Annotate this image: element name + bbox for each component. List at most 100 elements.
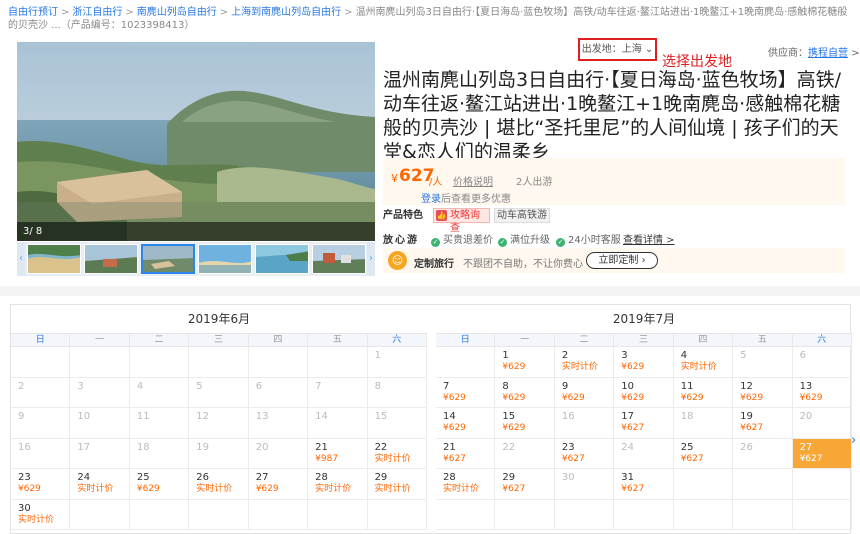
day-price: ¥627 bbox=[680, 453, 704, 464]
calendar-day[interactable]: 21 ¥627 bbox=[436, 438, 496, 469]
calendar-day: 16 bbox=[554, 408, 615, 439]
calendar-day[interactable]: 17 ¥627 bbox=[614, 408, 674, 439]
calendar-next-icon[interactable]: › bbox=[851, 433, 860, 449]
day-number: 14 bbox=[443, 411, 456, 422]
calendar-day[interactable]: 9 ¥629 bbox=[554, 377, 615, 408]
calendar-day[interactable]: 10 ¥629 bbox=[614, 377, 674, 408]
calendar-day[interactable]: 2 实时计价 bbox=[554, 347, 615, 378]
calendar-day[interactable]: 4 实时计价 bbox=[673, 347, 734, 378]
calendar-day[interactable]: 29 ¥627 bbox=[495, 469, 555, 500]
calendar-day: 16 bbox=[11, 438, 71, 469]
calendar-day[interactable]: 1 ¥629 bbox=[495, 347, 555, 378]
day-price: ¥629 bbox=[740, 392, 764, 403]
calendar-day[interactable]: 29 实时计价 bbox=[367, 469, 427, 500]
chevron-down-icon: ⌄ bbox=[644, 44, 654, 55]
day-number: 11 bbox=[680, 380, 694, 392]
calendar-day[interactable]: 25 ¥629 bbox=[129, 469, 190, 500]
calendar-day[interactable]: 30 实时计价 bbox=[11, 499, 71, 530]
calendar-day[interactable]: 27 ¥627 bbox=[792, 438, 852, 469]
thumbs-up-icon: 👍 bbox=[436, 210, 447, 221]
departure-select[interactable]: 出发地：上海 ⌄ bbox=[578, 38, 657, 61]
calendar-day[interactable]: 15 ¥629 bbox=[495, 408, 555, 439]
day-number: 30 bbox=[561, 472, 575, 483]
day-number: 2 bbox=[18, 380, 25, 392]
day-number: 25 bbox=[680, 441, 694, 453]
price-unit: /人 bbox=[429, 177, 443, 188]
day-number: 10 bbox=[77, 411, 91, 422]
calendar-june: 2019年6月 日一二三四五六 1 2 3 4 5 6 7 8 9 10 11 12 13 14 15 16 1… bbox=[11, 305, 427, 533]
day-number: 7 bbox=[315, 380, 322, 392]
breadcrumb-link[interactable]: 自由行预订 bbox=[8, 7, 58, 18]
day-number: 13 bbox=[255, 411, 269, 422]
breadcrumb: 自由行预订 > 浙江自由行 > 南麂山列岛自由行 > 上海到南麂山列岛自由行 > 温州南麂山列岛… bbox=[8, 7, 848, 31]
calendar-day[interactable]: 7 ¥629 bbox=[436, 377, 496, 408]
calendar-day: 15 bbox=[367, 408, 427, 439]
train-tag[interactable]: 动车高铁游 bbox=[494, 208, 550, 223]
assurance-item: ✓ 买贵退差价 bbox=[431, 235, 493, 247]
calendar-day[interactable]: 28 实时计价 bbox=[436, 469, 496, 500]
thumbnail[interactable] bbox=[255, 244, 309, 274]
calendar-day[interactable]: 31 ¥627 bbox=[614, 469, 674, 500]
calendar-day[interactable]: 14 ¥629 bbox=[436, 408, 496, 439]
login-link[interactable]: 登录 bbox=[421, 194, 441, 205]
calendar-day[interactable]: 12 ¥629 bbox=[733, 377, 793, 408]
calendar-day[interactable]: 27 ¥629 bbox=[248, 469, 309, 500]
calendar-day: 30 bbox=[554, 469, 615, 500]
thumb-next-icon[interactable]: › bbox=[367, 242, 375, 276]
calendar-day: 5 bbox=[733, 347, 793, 378]
calendar-day[interactable]: 13 ¥629 bbox=[792, 377, 852, 408]
day-price: ¥627 bbox=[502, 484, 526, 494]
date-calendar: 2019年6月 日一二三四五六 1 2 3 4 5 6 7 8 9 10 11 12 13 14 15 16 1… bbox=[10, 304, 852, 534]
assurance-details-link[interactable]: 查看详情 > bbox=[623, 231, 675, 246]
calendar-day[interactable]: 8 ¥629 bbox=[495, 377, 555, 408]
day-price: ¥629 bbox=[443, 392, 466, 403]
day-number: 17 bbox=[621, 411, 635, 422]
calendar-day bbox=[367, 499, 427, 530]
calendar-day[interactable]: 28 实时计价 bbox=[308, 469, 368, 500]
calendar-day bbox=[673, 499, 734, 530]
thumbnail[interactable] bbox=[312, 244, 366, 274]
calendar-day bbox=[189, 499, 249, 530]
day-number: 30 bbox=[18, 502, 31, 514]
breadcrumb-link[interactable]: 浙江自由行 bbox=[72, 7, 122, 18]
thumb-prev-icon[interactable]: ‹ bbox=[17, 242, 25, 276]
price-explain-link[interactable]: 价格说明 bbox=[453, 173, 493, 188]
calendar-day[interactable]: 19 ¥627 bbox=[733, 408, 793, 439]
calendar-day bbox=[673, 469, 734, 500]
thumbnail[interactable] bbox=[84, 244, 138, 274]
calendar-day bbox=[70, 347, 130, 378]
calendar-day[interactable]: 24 实时计价 bbox=[70, 469, 130, 500]
day-number: 25 bbox=[136, 472, 150, 483]
customize-now-button[interactable]: 立即定制 › bbox=[586, 252, 658, 269]
day-number: 1 bbox=[502, 350, 509, 361]
main-photo[interactable]: 3/ 8 bbox=[17, 42, 375, 241]
guide-tag[interactable]: 👍 攻略询查 bbox=[433, 208, 490, 234]
day-number: 8 bbox=[374, 380, 381, 392]
breadcrumb-link[interactable]: 上海到南麂山列岛自由行 bbox=[231, 7, 341, 18]
calendar-day[interactable]: 11 ¥629 bbox=[673, 377, 734, 408]
calendar-day: 18 bbox=[129, 438, 190, 469]
thumbnail[interactable] bbox=[198, 244, 252, 274]
breadcrumb-link[interactable]: 南麂山列岛自由行 bbox=[137, 7, 217, 18]
calendar-day[interactable]: 25 ¥627 bbox=[673, 438, 734, 469]
calendar-day bbox=[129, 347, 190, 378]
calendar-day[interactable]: 23 ¥627 bbox=[554, 438, 615, 469]
day-number: 26 bbox=[196, 472, 210, 483]
day-price: 实时计价 bbox=[315, 484, 352, 494]
day-number: 15 bbox=[374, 411, 388, 422]
calendar-day[interactable]: 26 实时计价 bbox=[189, 469, 249, 500]
calendar-day[interactable]: 23 ¥629 bbox=[11, 469, 71, 500]
calendar-day bbox=[614, 499, 674, 530]
day-number: 28 bbox=[443, 472, 456, 483]
day-number: 15 bbox=[502, 411, 516, 422]
product-title: 温州南麂山列岛3日自由行·【夏日海岛·蓝色牧场】高铁/动车往返·鳌江站进出·1晚… bbox=[383, 69, 842, 163]
thumbnail[interactable] bbox=[141, 244, 195, 274]
calendar-day[interactable]: 21 ¥987 bbox=[308, 438, 368, 469]
day-number: 6 bbox=[255, 380, 263, 392]
day-number: 12 bbox=[740, 380, 753, 392]
calendar-day[interactable]: 3 ¥629 bbox=[614, 347, 674, 378]
calendar-day: 12 bbox=[189, 408, 249, 439]
supplier-link[interactable]: 携程自营 bbox=[808, 48, 848, 59]
calendar-day[interactable]: 22 实时计价 bbox=[367, 438, 427, 469]
thumbnail[interactable] bbox=[27, 244, 81, 274]
